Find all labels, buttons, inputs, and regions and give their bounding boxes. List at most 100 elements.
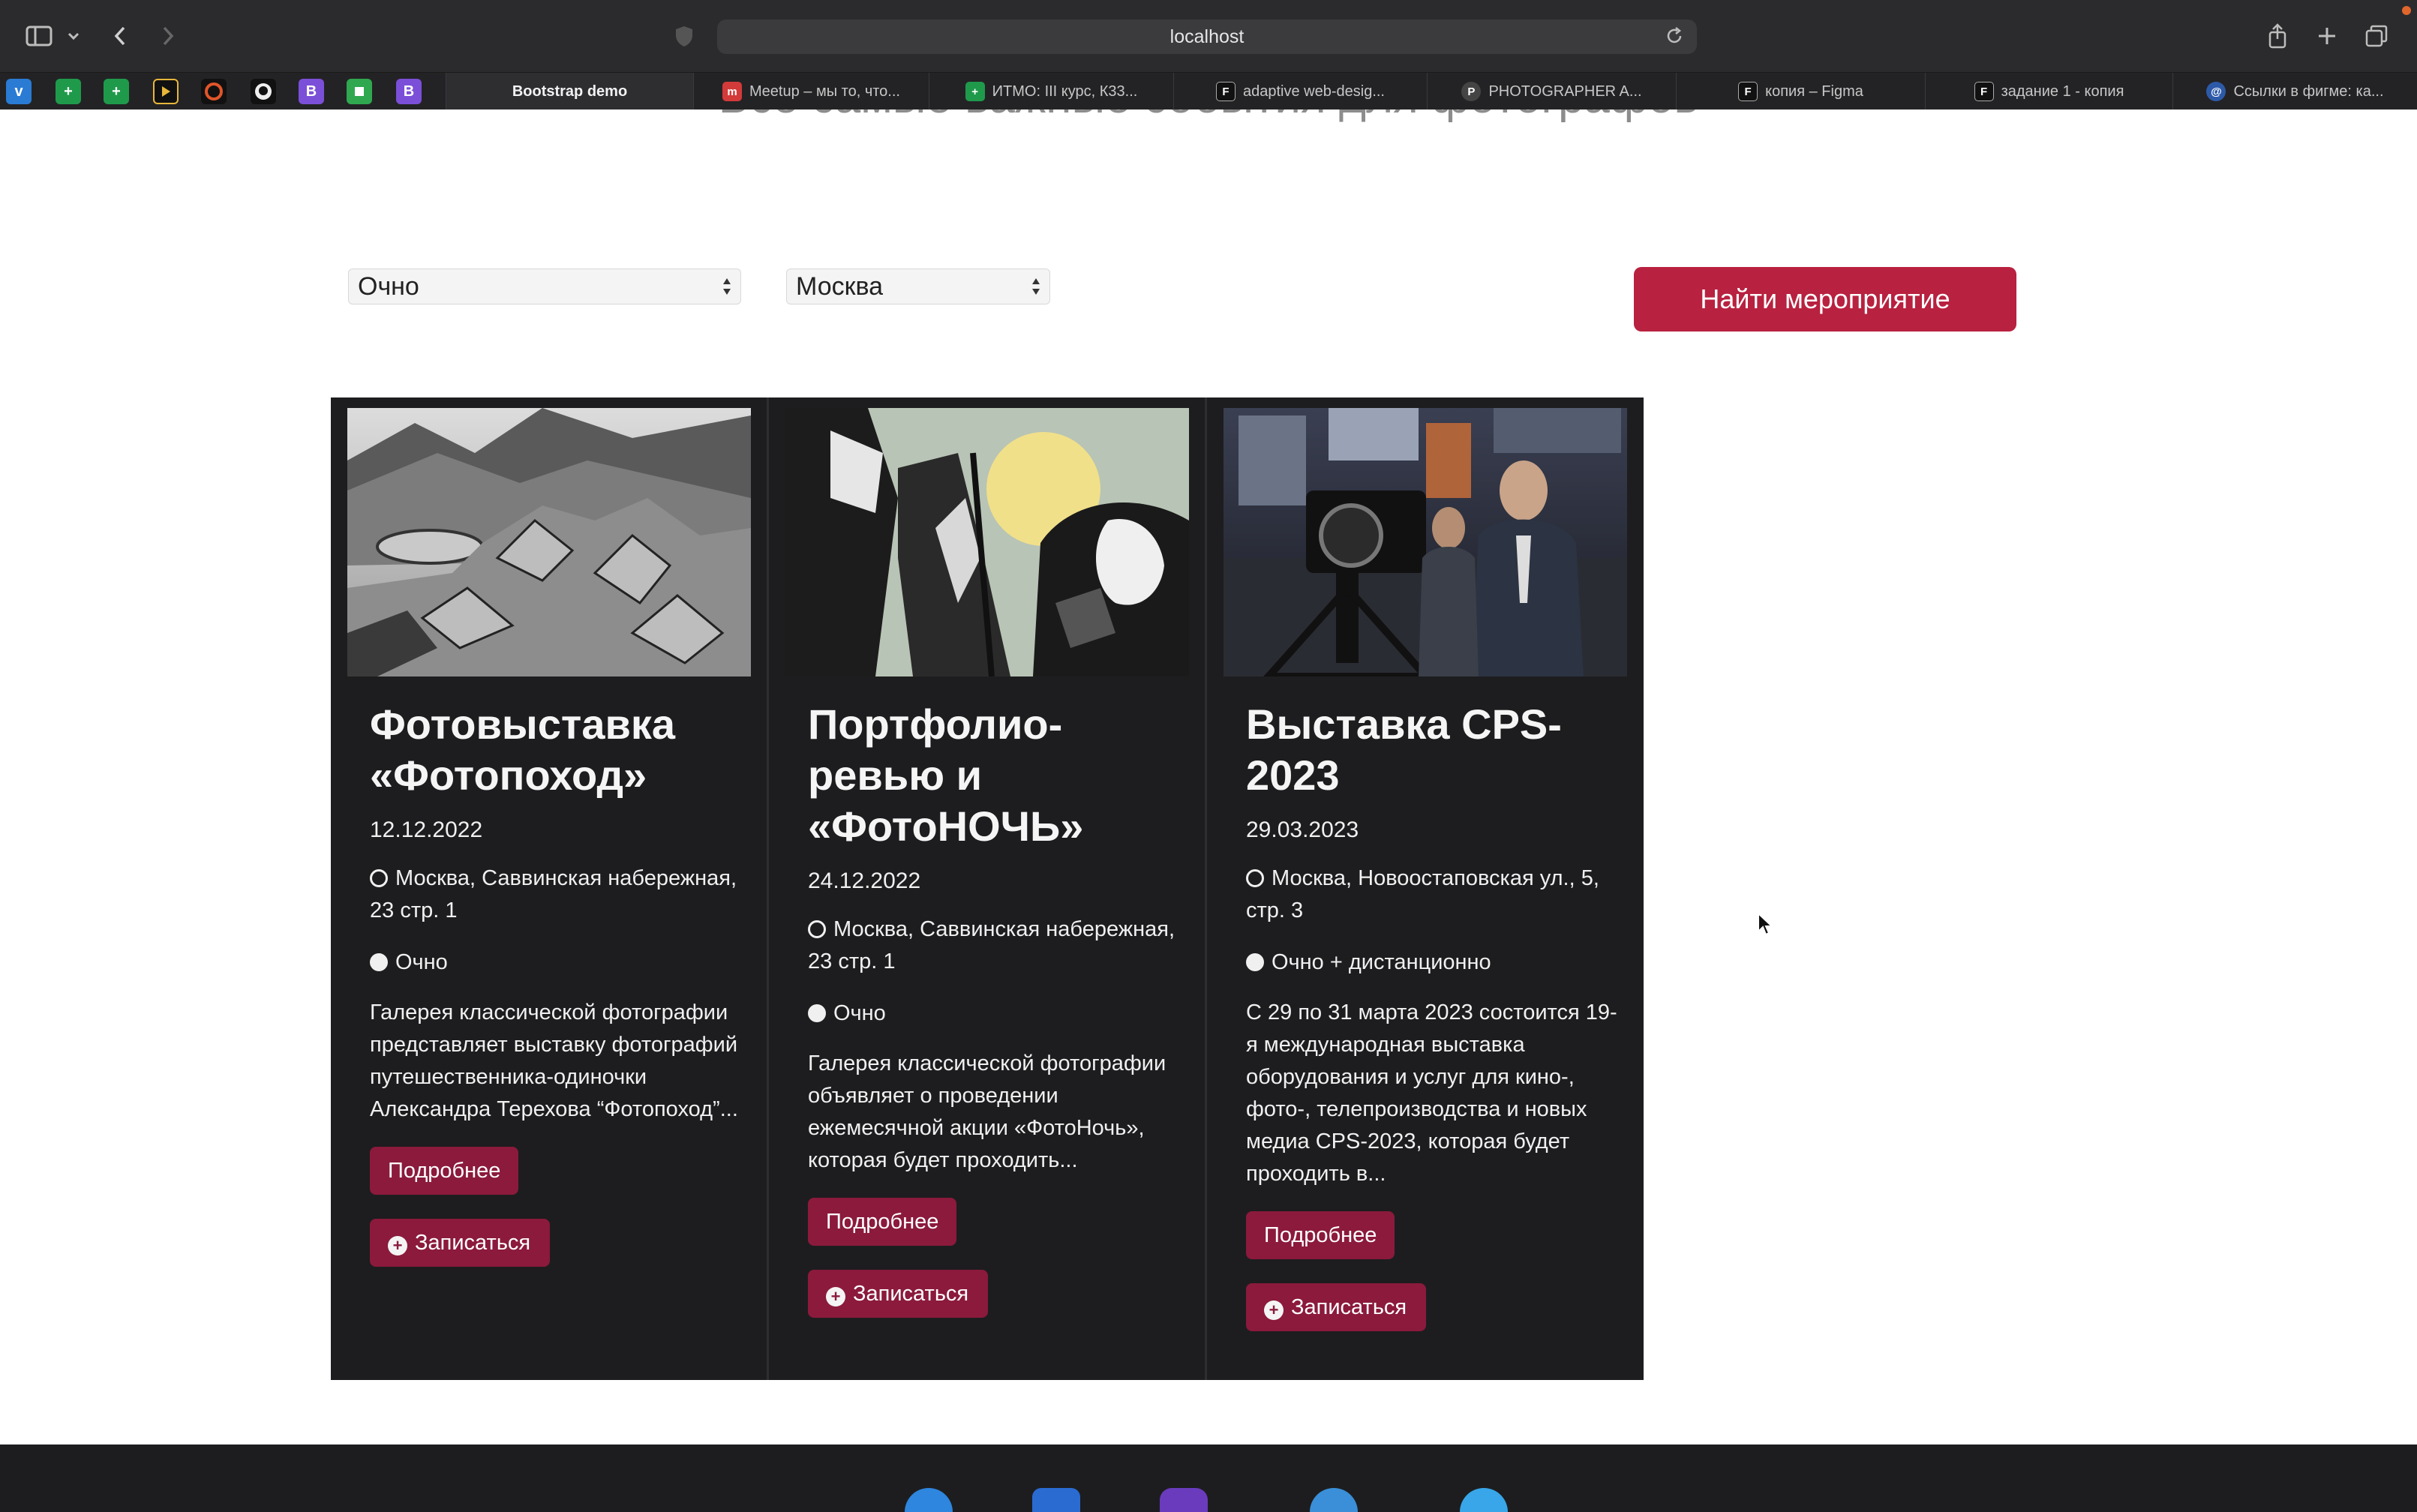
forward-icon[interactable] — [155, 20, 182, 52]
instagram-icon[interactable] — [1160, 1488, 1208, 1512]
event-description: Галерея классической фотографии представ… — [370, 1000, 738, 1121]
event-format-text: Очно — [833, 1001, 886, 1025]
event-location-text: Москва, Новоостаповская ул., 5, стр. 3 — [1246, 866, 1599, 922]
meetup-icon: m — [722, 82, 743, 101]
tabs-icon[interactable] — [2361, 20, 2391, 52]
plus-circle-icon: + — [1264, 1300, 1284, 1320]
telegram-icon[interactable] — [905, 1488, 953, 1512]
event-format: Очно — [808, 998, 1183, 1030]
mouse-cursor-icon — [1758, 912, 1774, 936]
location-icon — [370, 869, 388, 887]
more-button[interactable]: Подробнее — [808, 1198, 957, 1246]
tab-label: adaptive web-desig... — [1242, 82, 1385, 100]
tab-figma-links[interactable]: @ Ссылки в фигме: ка... — [2172, 73, 2417, 110]
tab-label: ИТМО: III курс, К33... — [992, 82, 1138, 100]
event-card: Фотовыставка «Фотопоход» 12.12.2022 Моск… — [331, 398, 769, 1380]
event-card: Портфолио-ревью и «ФотоНОЧЬ» 24.12.2022 … — [769, 398, 1207, 1380]
format-select-value: Очно — [358, 272, 419, 301]
play-icon[interactable] — [153, 79, 179, 104]
location-icon — [1246, 869, 1264, 887]
vk-icon[interactable]: v — [6, 79, 32, 104]
tab-meetup[interactable]: m Meetup – мы то, что... — [693, 73, 929, 110]
event-location-text: Москва, Саввинская набережная, 23 стр. 1 — [370, 866, 737, 922]
event-date: 12.12.2022 — [370, 818, 483, 842]
event-description: С 29 по 31 марта 2023 состоится 19-я меж… — [1246, 1000, 1617, 1186]
tab-label: Meetup – мы то, что... — [749, 82, 900, 100]
browser-chrome: localhost v + + B B Bootstrap demo m Mee… — [0, 0, 2417, 110]
register-button[interactable]: + Записаться — [808, 1270, 989, 1318]
card-body: Портфолио-ревью и «ФотоНОЧЬ» 24.12.2022 … — [808, 699, 1183, 1318]
tab-bootstrap-demo[interactable]: Bootstrap demo — [446, 73, 693, 110]
more-button[interactable]: Подробнее — [1246, 1211, 1395, 1259]
browser-toolbar: localhost — [0, 0, 2417, 72]
more-button[interactable]: Подробнее — [370, 1147, 519, 1195]
event-date: 24.12.2022 — [808, 868, 921, 893]
format-select[interactable]: Очно — [348, 268, 741, 304]
event-date: 29.03.2023 — [1246, 818, 1359, 842]
bootstrap-icon[interactable]: B — [396, 79, 422, 104]
event-location: Москва, Саввинская набережная, 23 стр. 1 — [808, 914, 1183, 978]
figma-icon: F — [1738, 82, 1758, 101]
url-text: localhost — [1169, 26, 1245, 47]
register-label: Записаться — [415, 1231, 531, 1255]
sheets-icon[interactable]: + — [56, 79, 81, 104]
event-location: Москва, Новоостаповская ул., 5, стр. 3 — [1246, 862, 1621, 927]
vk-icon[interactable] — [1032, 1488, 1080, 1512]
share-icon[interactable] — [2262, 20, 2292, 52]
url-bar[interactable]: localhost — [717, 20, 1697, 54]
back-icon[interactable] — [107, 20, 134, 52]
format-icon — [1246, 953, 1264, 971]
tab-label: копия – Figma — [1765, 82, 1863, 100]
github-icon[interactable] — [251, 79, 276, 104]
register-button[interactable]: + Записаться — [1246, 1283, 1427, 1331]
tab-label: задание 1 - копия — [2001, 82, 2124, 100]
twitter-icon[interactable] — [1310, 1488, 1358, 1512]
tab-adaptive[interactable]: F adaptive web-desig... — [1173, 73, 1427, 110]
shield-icon[interactable] — [671, 20, 698, 52]
tab-label: Ссылки в фигме: ка... — [2233, 82, 2384, 100]
plus-circle-icon: + — [826, 1287, 845, 1306]
circle-icon[interactable] — [201, 79, 227, 104]
event-image-mountains — [347, 408, 751, 676]
city-select-value: Москва — [796, 272, 884, 301]
sheets-icon[interactable]: + — [104, 79, 129, 104]
green-square-icon[interactable] — [347, 79, 372, 104]
card-body: Выставка CPS-2023 29.03.2023 Москва, Нов… — [1246, 699, 1621, 1331]
card-body: Фотовыставка «Фотопоход» 12.12.2022 Моск… — [370, 699, 745, 1267]
telegram-icon[interactable] — [1460, 1488, 1508, 1512]
event-location-text: Москва, Саввинская набережная, 23 стр. 1 — [808, 917, 1175, 974]
chevron-down-icon[interactable] — [65, 20, 83, 52]
event-title: Фотовыставка «Фотопоход» — [370, 700, 676, 799]
register-label: Записаться — [853, 1282, 969, 1306]
tab-photographer[interactable]: P PHOTOGRAPHER A... — [1427, 73, 1676, 110]
tab-bar: v + + B B Bootstrap demo m Meetup – мы т… — [0, 72, 2417, 110]
format-icon — [808, 1004, 826, 1022]
page-heading: Все самые важные события для фотографов — [0, 110, 2417, 124]
event-cards: Фотовыставка «Фотопоход» 12.12.2022 Моск… — [331, 398, 1644, 1380]
sidebar-icon[interactable] — [23, 20, 56, 52]
event-format: Очно + дистанционно — [1246, 946, 1621, 979]
notification-dot — [2402, 6, 2411, 15]
bootstrap-icon[interactable]: B — [299, 79, 324, 104]
tab-label: Bootstrap demo — [512, 82, 628, 100]
tab-task-copy[interactable]: F задание 1 - копия — [1925, 73, 2172, 110]
plus-icon[interactable] — [2312, 20, 2342, 52]
reload-icon[interactable] — [1664, 26, 1685, 46]
event-image-exhibition — [1224, 408, 1627, 676]
find-event-button[interactable]: Найти мероприятие — [1634, 267, 2016, 332]
plus-circle-icon: + — [388, 1236, 407, 1256]
event-title: Портфолио-ревью и «ФотоНОЧЬ» — [808, 700, 1084, 850]
city-select[interactable]: Москва — [786, 268, 1050, 304]
event-title: Выставка CPS-2023 — [1246, 700, 1562, 799]
tab-itmo[interactable]: + ИТМО: III курс, К33... — [929, 73, 1173, 110]
link-icon: @ — [2206, 82, 2226, 101]
photographer-icon: P — [1461, 82, 1482, 101]
event-card: Выставка CPS-2023 29.03.2023 Москва, Нов… — [1207, 398, 1644, 1380]
register-button[interactable]: + Записаться — [370, 1219, 551, 1267]
tab-figma-copy[interactable]: F копия – Figma — [1676, 73, 1925, 110]
location-icon — [808, 920, 826, 938]
sheets-icon: + — [965, 82, 985, 101]
select-arrows-icon — [1032, 278, 1040, 295]
register-label: Записаться — [1291, 1295, 1407, 1319]
tab-label: PHOTOGRAPHER A... — [1488, 82, 1642, 100]
